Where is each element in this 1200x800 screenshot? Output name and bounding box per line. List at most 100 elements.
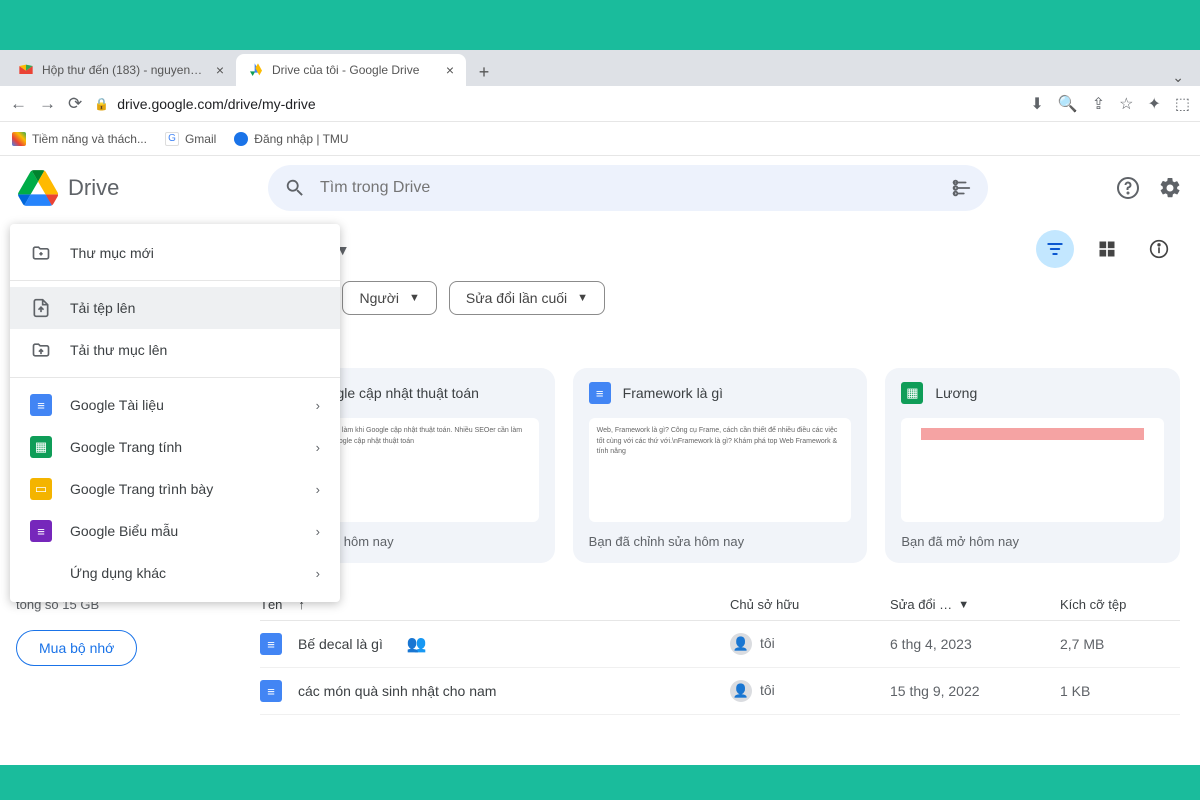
card-title: Lương [935,385,977,401]
url-bar: ← → ⟳ 🔒 drive.google.com/drive/my-drive … [0,86,1200,122]
menu-google-slides[interactable]: ▭Google Trang trình bày› [10,468,340,510]
col-size[interactable]: Kích cỡ tệp [1060,597,1180,612]
owner-name: tôi [760,682,775,698]
chip-people[interactable]: Người▼ [342,281,436,315]
file-size: 1 KB [1060,683,1180,699]
menu-label: Google Tài liệu [70,397,164,413]
chevron-down-icon: ▼ [958,599,969,611]
table-row[interactable]: ≡Bế decal là gì👥 👤tôi 6 thg 4, 2023 2,7 … [260,621,1180,668]
extensions-icon[interactable]: ✦ [1147,94,1160,114]
url-text: drive.google.com/drive/my-drive [117,96,315,112]
owner-name: tôi [760,635,775,651]
menu-label: Ứng dụng khác [70,565,166,581]
modified-date: 15 thg 9, 2022 [890,683,1060,699]
menu-google-forms[interactable]: ≡ Google Biểu mẫu › [10,510,340,552]
lock-icon: 🔒 [94,97,109,111]
grid-view-icon[interactable] [1088,230,1126,268]
menu-label: Google Biểu mẫu [70,523,178,539]
suggested-cards: ≡Google cập nhật thuật toán Mới gì SEOer… [260,368,1180,563]
menu-google-sheets[interactable]: ▦Google Trang tính› [10,426,340,468]
shared-icon: 👥 [407,634,427,654]
search-options-icon[interactable] [950,177,972,199]
info-icon[interactable] [1140,230,1178,268]
menu-more-apps[interactable]: Ứng dụng khác › [10,552,340,594]
close-tab-icon[interactable]: × [446,62,454,78]
close-tab-icon[interactable]: × [216,62,224,78]
main-content: của tôi ▼ ệp▼ Người▼ Sửa đổi lần cuối▼ x… [250,220,1200,765]
chevron-right-icon: › [316,566,320,581]
docs-icon: ≡ [260,633,282,655]
favicon [12,132,26,146]
browser-window: Hộp thư đến (183) - nguyenhoai... × Driv… [0,50,1200,765]
slides-icon: ▭ [30,478,52,500]
menu-separator [10,377,340,378]
favicon [234,132,248,146]
download-icon[interactable]: ⬇ [1030,94,1043,114]
filter-icon[interactable] [1036,230,1074,268]
settings-icon[interactable] [1158,176,1182,200]
new-tab-button[interactable]: + [470,58,498,86]
chevron-down-icon: ▼ [577,292,588,304]
chevron-right-icon: › [316,524,320,539]
forward-icon[interactable]: → [39,94,56,114]
url-input[interactable]: 🔒 drive.google.com/drive/my-drive [94,96,1018,112]
chevron-right-icon: › [316,398,320,413]
forms-icon: ≡ [30,520,52,542]
drive-icon [18,168,58,208]
drive-app: Drive Đã sử dụng 1,17 GB trong tổ [0,156,1200,765]
help-icon[interactable] [1116,176,1140,200]
profile-icon[interactable]: ⬚ [1175,94,1190,114]
share-icon[interactable]: ⇪ [1092,94,1105,114]
chevron-down-icon[interactable]: ⌄ [1172,69,1184,86]
chip-label: Sửa đổi lần cuối [466,290,567,306]
search-input[interactable] [320,179,936,197]
search-box[interactable] [268,165,988,211]
chip-modified[interactable]: Sửa đổi lần cuối ▼ [449,281,605,315]
bookmark-item[interactable]: Tiềm năng và thách... [12,132,147,146]
window-controls: ⌄ [1172,69,1200,86]
col-owner[interactable]: Chủ sở hữu [730,597,890,612]
sheets-icon: ▦ [901,382,923,404]
header-actions [1116,176,1182,200]
avatar: 👤 [730,633,752,655]
zoom-icon[interactable]: 🔍 [1058,94,1078,114]
col-modified[interactable]: Sửa đổi … [890,597,952,612]
more-icon [30,562,52,584]
chip-label: Người [359,290,399,306]
app-header: Drive [0,156,1200,220]
back-icon[interactable]: ← [10,94,27,114]
menu-upload-folder[interactable]: Tải thư mục lên [10,329,340,371]
buy-storage-button[interactable]: Mua bộ nhớ [16,630,137,666]
file-size: 2,7 MB [1060,636,1180,652]
gmail-icon [18,62,34,78]
bookmarks-bar: Tiềm năng và thách... GGmail Đăng nhập |… [0,122,1200,156]
browser-tab[interactable]: Hộp thư đến (183) - nguyenhoai... × [6,54,236,86]
reload-icon[interactable]: ⟳ [68,94,82,114]
file-card[interactable]: ▦Lương Bạn đã mở hôm nay [885,368,1180,563]
new-menu: Thư mục mới Tải tệp lên Tải thư mục lên … [10,224,340,602]
docs-icon: ≡ [260,680,282,702]
browser-tab-active[interactable]: Drive của tôi - Google Drive × [236,54,466,86]
card-title: Framework là gì [623,385,723,401]
modified-date: 6 thg 4, 2023 [890,636,1060,652]
file-name: các món quà sinh nhật cho nam [298,683,496,699]
bookmark-item[interactable]: GGmail [165,132,216,146]
table-row[interactable]: ≡các món quà sinh nhật cho nam 👤tôi 15 t… [260,668,1180,715]
menu-label: Tải thư mục lên [70,342,167,358]
drive-logo[interactable]: Drive [18,168,248,208]
app-body: Đã sử dụng 1,17 GB trong tổng số 15 GB M… [0,220,1200,765]
browser-tabs: Hộp thư đến (183) - nguyenhoai... × Driv… [0,50,1200,86]
card-preview: Web, Framework là gì? Công cụ Frame, các… [589,418,852,522]
menu-google-docs[interactable]: ≡Google Tài liệu› [10,384,340,426]
menu-separator [10,280,340,281]
bookmark-item[interactable]: Đăng nhập | TMU [234,132,348,146]
star-icon[interactable]: ☆ [1119,94,1133,114]
file-card[interactable]: ≡Framework là gì Web, Framework là gì? C… [573,368,868,563]
bookmark-label: Gmail [185,132,216,146]
menu-upload-file[interactable]: Tải tệp lên [10,287,340,329]
chevron-right-icon: › [316,440,320,455]
menu-new-folder[interactable]: Thư mục mới [10,232,340,274]
folder-plus-icon [30,242,52,264]
table-header: Tên↑ Chủ sở hữu Sửa đổi …▼ Kích cỡ tệp [260,589,1180,621]
view-actions [1036,230,1178,268]
